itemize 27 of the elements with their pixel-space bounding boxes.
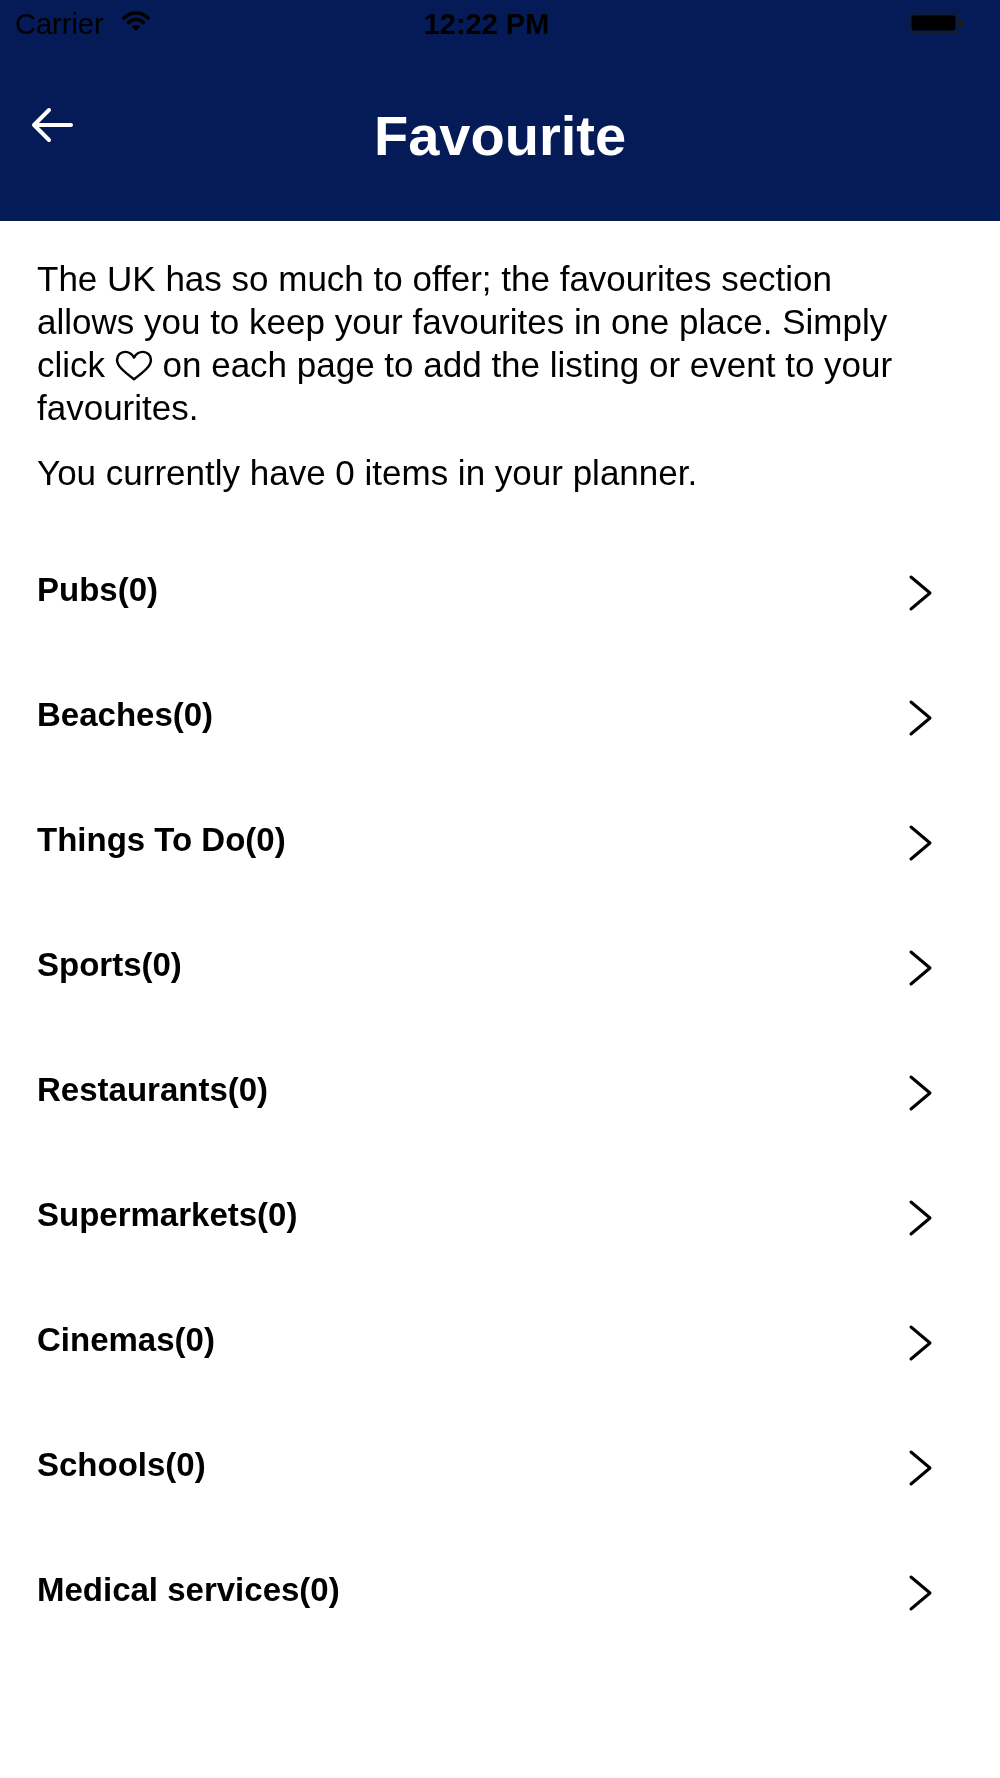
- category-item[interactable]: Supermarkets(0): [0, 1152, 1000, 1277]
- back-arrow-icon[interactable]: [30, 106, 74, 144]
- intro-paragraph: The UK has so much to offer; the favourites section allows you to keep your favourites in one place. Simply click on each page to add the listing or event to your favourites.: [37, 258, 894, 429]
- category-item[interactable]: Beaches(0): [0, 652, 1000, 777]
- chevron-right-icon: [908, 573, 934, 612]
- heart-icon: [114, 350, 153, 382]
- chevron-right-icon: [908, 948, 934, 987]
- screen-title: Favourite: [373, 103, 627, 168]
- chevron-right-icon: [908, 1573, 934, 1612]
- category-item[interactable]: Restaurants(0): [0, 1027, 1000, 1152]
- clock-time: 12:22 PM: [423, 7, 550, 41]
- category-item[interactable]: Medical services(0): [0, 1527, 1000, 1652]
- wifi-icon: [120, 10, 151, 32]
- category-item[interactable]: Sports(0): [0, 902, 1000, 1027]
- category-item[interactable]: Pubs(0): [0, 527, 1000, 652]
- chevron-right-icon: [908, 1323, 934, 1362]
- category-item[interactable]: Things To Do(0): [0, 777, 1000, 902]
- carrier-text: Carrier: [15, 7, 104, 41]
- category-item[interactable]: Schools(0): [0, 1402, 1000, 1527]
- chevron-right-icon: [908, 823, 934, 862]
- battery-icon: [908, 12, 964, 34]
- planner-count-text: You currently have 0 items in your planner.: [37, 452, 699, 494]
- category-item[interactable]: Cinemas(0): [0, 1277, 1000, 1402]
- chevron-right-icon: [908, 698, 934, 737]
- chevron-right-icon: [908, 1198, 934, 1237]
- chevron-right-icon: [908, 1448, 934, 1487]
- chevron-right-icon: [908, 1073, 934, 1112]
